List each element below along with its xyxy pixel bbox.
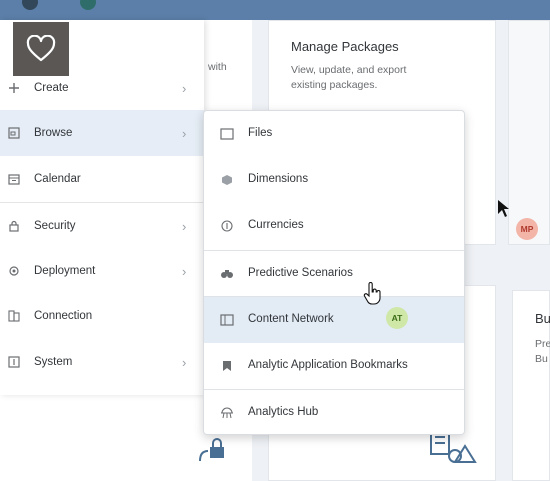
chevron-right-icon: › [182, 218, 187, 234]
system-icon [7, 355, 21, 369]
sidebar-item-label: Calendar [34, 173, 81, 185]
plus-icon [7, 81, 21, 95]
browse-submenu: Files Dimensions Currencies Predictive S… [203, 110, 465, 435]
submenu-item-label: Analytic Application Bookmarks [248, 359, 408, 371]
submenu-item-content-network[interactable]: Content Network [204, 297, 464, 343]
sidebar-item-deployment[interactable]: Deployment › [0, 248, 204, 294]
remote-cursor-icon [498, 200, 509, 217]
sidebar-item-label: Create [34, 82, 69, 94]
card-title: Manage Packages [291, 39, 399, 54]
user-avatar-at[interactable]: AT [386, 307, 408, 329]
heart-icon [26, 35, 56, 62]
submenu-item-analytics-hub[interactable]: Analytics Hub [204, 390, 464, 434]
bookmark-icon [220, 359, 234, 373]
file-icon [220, 127, 234, 141]
card-description-line: Bu [535, 353, 548, 365]
card-description-line: View, update, and export [291, 64, 407, 76]
card-description-line: existing packages. [291, 79, 378, 91]
calendar-icon [7, 172, 21, 186]
chevron-right-icon: › [182, 263, 187, 279]
user-avatar-mp[interactable]: MP [516, 218, 538, 240]
binoculars-icon [220, 267, 234, 281]
card-description-line: Pre [535, 338, 550, 350]
sidebar-item-label: Deployment [34, 265, 96, 277]
chevron-right-icon: › [182, 125, 187, 141]
chevron-right-icon: › [182, 354, 187, 370]
sidebar-item-label: Browse [34, 127, 73, 139]
card-title: Bu [535, 311, 550, 326]
submenu-item-analytic-application-bookmarks[interactable]: Analytic Application Bookmarks [204, 343, 464, 389]
submenu-item-label: Currencies [248, 219, 304, 231]
side-navigation: Create › Browse › Calendar Security › De… [0, 20, 204, 395]
favorite-badge[interactable] [13, 22, 69, 76]
analytics-hub-icon [220, 406, 234, 420]
shell-icon[interactable] [80, 0, 96, 10]
sidebar-item-connection[interactable]: Connection [0, 293, 204, 339]
submenu-item-dimensions[interactable]: Dimensions [204, 157, 464, 203]
submenu-item-label: Predictive Scenarios [248, 267, 353, 279]
lock-icon [7, 219, 21, 233]
sidebar-item-system[interactable]: System › [0, 339, 204, 385]
folder-icon [7, 126, 21, 140]
sidebar-item-label: System [34, 356, 73, 368]
shell-top-bar [0, 0, 550, 20]
next-card[interactable] [508, 20, 550, 245]
currency-icon [220, 219, 234, 233]
sidebar-item-browse[interactable]: Browse › [0, 110, 204, 156]
shell-icon[interactable] [22, 0, 38, 10]
submenu-item-label: Content Network [248, 313, 334, 325]
sidebar-item-label: Security [34, 220, 76, 232]
connection-icon [7, 309, 21, 323]
security-tile-icon [199, 438, 224, 462]
submenu-item-label: Dimensions [248, 173, 309, 185]
sidebar-item-calendar[interactable]: Calendar [0, 156, 204, 202]
lower-card-right[interactable]: Bu Pre Bu [512, 290, 550, 481]
chevron-right-icon: › [182, 80, 187, 96]
hand-cursor-icon [363, 282, 381, 305]
submenu-item-predictive-scenarios[interactable]: Predictive Scenarios [204, 251, 464, 297]
submenu-item-label: Analytics Hub [248, 406, 319, 418]
sidebar-item-label: Connection [34, 310, 93, 322]
content-network-icon [220, 313, 234, 327]
cube-icon [220, 173, 234, 187]
deployment-icon [7, 264, 21, 278]
submenu-item-currencies[interactable]: Currencies [204, 203, 464, 249]
submenu-item-label: Files [248, 127, 273, 139]
tile-description-fragment: with [208, 61, 227, 73]
submenu-item-files[interactable]: Files [204, 111, 464, 157]
sidebar-item-security[interactable]: Security › [0, 203, 204, 249]
